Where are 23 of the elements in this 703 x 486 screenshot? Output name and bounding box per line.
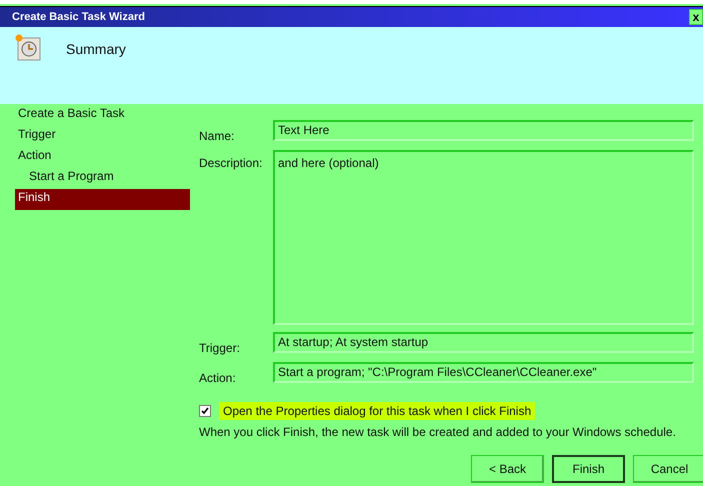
wizard-step[interactable]: Create a Basic Task <box>15 105 190 126</box>
input-field[interactable]: At startup; At system startup <box>273 332 694 353</box>
window-title: Create Basic Task Wizard <box>12 11 145 23</box>
description-field[interactable]: and here (optional) <box>273 150 694 325</box>
wizard-button[interactable]: Cancel <box>633 455 703 483</box>
input-field[interactable]: Start a program; "C:\Program Files\CCleaner\CCleaner.exe" <box>273 362 694 383</box>
page-title: Summary <box>66 41 126 57</box>
wizard-step[interactable]: Action <box>15 147 190 168</box>
field-label: Name: <box>199 128 236 143</box>
wizard-button[interactable]: < Back <box>471 455 544 483</box>
field-label: Trigger: <box>199 340 241 355</box>
field-label: Description: <box>199 155 264 172</box>
wizard-step[interactable]: Start a Program <box>15 168 190 189</box>
checkbox-label: Open the Properties dialog for this task when I click Finish <box>219 402 536 420</box>
wizard-step[interactable]: Finish <box>15 189 190 210</box>
info-text: When you click Finish, the new task will be created and added to your Windows schedule. <box>199 425 677 439</box>
wizard-step[interactable]: Trigger <box>15 126 190 147</box>
checkbox[interactable] <box>199 405 211 417</box>
input-field[interactable]: Text Here <box>273 120 694 141</box>
close-button[interactable]: x <box>689 9 703 25</box>
clock-icon <box>14 33 42 61</box>
field-label: Action: <box>199 370 237 385</box>
wizard-button[interactable]: Finish <box>552 455 625 483</box>
